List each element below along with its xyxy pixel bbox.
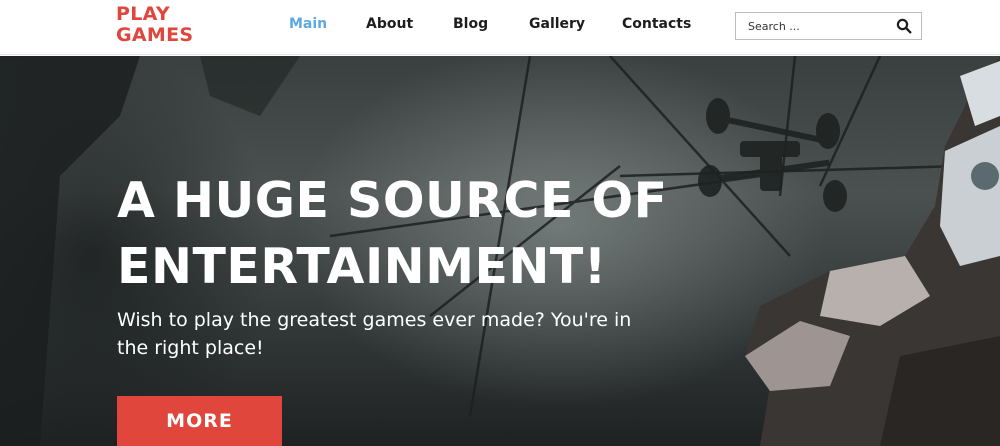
armored-figure bbox=[745, 56, 1000, 446]
logo-line-play: PLAY bbox=[116, 3, 170, 25]
search-button[interactable] bbox=[895, 18, 913, 36]
nav-item-main[interactable]: Main bbox=[289, 16, 327, 32]
hero-banner: A HUGE SOURCE OF ENTERTAINMENT! Wish to … bbox=[0, 56, 1000, 446]
nav-item-gallery[interactable]: Gallery bbox=[529, 16, 585, 32]
nav-item-blog[interactable]: Blog bbox=[453, 16, 488, 32]
search-box bbox=[735, 12, 922, 40]
hero-subtitle: Wish to play the greatest games ever mad… bbox=[117, 309, 632, 359]
hero-title: A HUGE SOURCE OF ENTERTAINMENT! bbox=[117, 168, 677, 300]
hero-title-line-2: ENTERTAINMENT! bbox=[117, 238, 607, 295]
search-input[interactable] bbox=[736, 13, 886, 39]
nav-item-contacts[interactable]: Contacts bbox=[622, 16, 691, 32]
site-header: PLAY GAMES Main About Blog Gallery Conta… bbox=[0, 0, 1000, 55]
more-button[interactable]: MORE bbox=[117, 396, 282, 446]
search-icon bbox=[896, 18, 912, 34]
logo-line-games: GAMES bbox=[116, 24, 194, 46]
site-logo[interactable]: PLAY GAMES bbox=[116, 4, 193, 46]
nav-item-about[interactable]: About bbox=[366, 16, 413, 32]
hero-title-line-1: A HUGE SOURCE OF bbox=[117, 172, 668, 229]
